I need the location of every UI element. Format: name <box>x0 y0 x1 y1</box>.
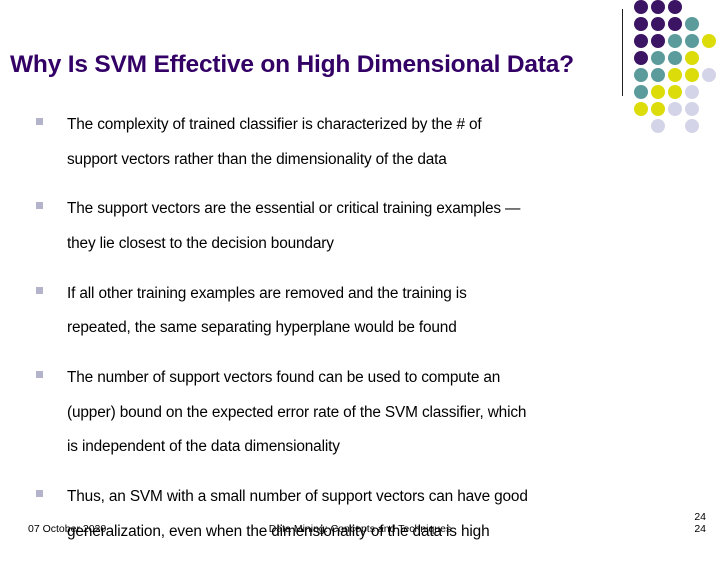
bullet-line: The support vectors are the essential or… <box>67 200 521 218</box>
decoration-dot <box>634 85 648 99</box>
list-item: The number of support vectors found can … <box>32 361 692 465</box>
decoration-dot <box>651 85 665 99</box>
bullet-line: repeated, the same separating hyperplane… <box>67 319 457 337</box>
square-bullet-icon <box>36 489 43 497</box>
list-item: The complexity of trained classifier is … <box>32 108 692 177</box>
slide-footer: 07 October 2020 Data Mining: Concepts an… <box>0 511 720 540</box>
square-bullet-icon <box>36 202 43 210</box>
square-bullet-icon <box>36 286 43 294</box>
bullet-text: The support vectors are the essential or… <box>67 192 692 261</box>
decoration-dot <box>668 17 682 31</box>
decoration-dot <box>634 51 648 65</box>
bullet-line: The complexity of trained classifier is … <box>67 116 482 133</box>
footer-title: Data Mining: Concepts and Techniques <box>268 523 452 535</box>
page-number-bottom: 24 <box>694 523 706 535</box>
decoration-dot <box>651 17 665 31</box>
dot-grid-decoration <box>634 0 720 133</box>
decoration-dot <box>634 17 648 31</box>
bullet-list: The complexity of trained classifier is … <box>32 108 692 564</box>
decoration-dot <box>668 0 682 14</box>
decoration-dot <box>651 34 665 48</box>
list-item: If all other training examples are remov… <box>32 277 692 346</box>
decoration-dot <box>702 34 716 48</box>
list-item: The support vectors are the essential or… <box>32 192 692 261</box>
page-number-top: 24 <box>694 511 706 523</box>
decoration-dot <box>668 85 682 99</box>
bullet-line: The number of support vectors found can … <box>67 368 501 386</box>
decoration-dot <box>668 51 682 65</box>
square-bullet-icon <box>36 370 43 378</box>
bullet-text: The number of support vectors found can … <box>67 361 692 465</box>
slide-canvas: Why Is SVM Effective on High Dimensional… <box>0 0 720 540</box>
decoration-dot <box>668 68 682 82</box>
bullet-text: The complexity of trained classifier is … <box>67 108 692 177</box>
decoration-dot <box>634 68 648 82</box>
bullet-text: If all other training examples are remov… <box>67 277 692 346</box>
decoration-dot <box>702 68 716 82</box>
decoration-dot <box>651 51 665 65</box>
bullet-line: they lie closest to the decision boundar… <box>67 234 334 252</box>
decoration-dot <box>651 68 665 82</box>
decoration-dot <box>634 0 648 14</box>
decoration-dot <box>651 0 665 14</box>
decoration-dot <box>634 34 648 48</box>
decoration-dot <box>685 68 699 82</box>
title-vertical-rule <box>622 9 623 96</box>
page-title: Why Is SVM Effective on High Dimensional… <box>10 51 574 79</box>
decoration-dot <box>668 34 682 48</box>
bullet-line: If all other training examples are remov… <box>67 284 467 302</box>
decoration-dot <box>685 34 699 48</box>
bullet-line: (upper) bound on the expected error rate… <box>67 403 527 421</box>
bullet-line: Thus, an SVM with a small number of supp… <box>67 487 528 505</box>
bullet-line: support vectors rather than the dimensio… <box>67 150 447 168</box>
decoration-dot <box>685 17 699 31</box>
decoration-dot <box>685 85 699 99</box>
decoration-dot <box>685 51 699 65</box>
bullet-line: is independent of the data dimensionalit… <box>67 438 340 456</box>
square-bullet-icon <box>36 118 43 125</box>
